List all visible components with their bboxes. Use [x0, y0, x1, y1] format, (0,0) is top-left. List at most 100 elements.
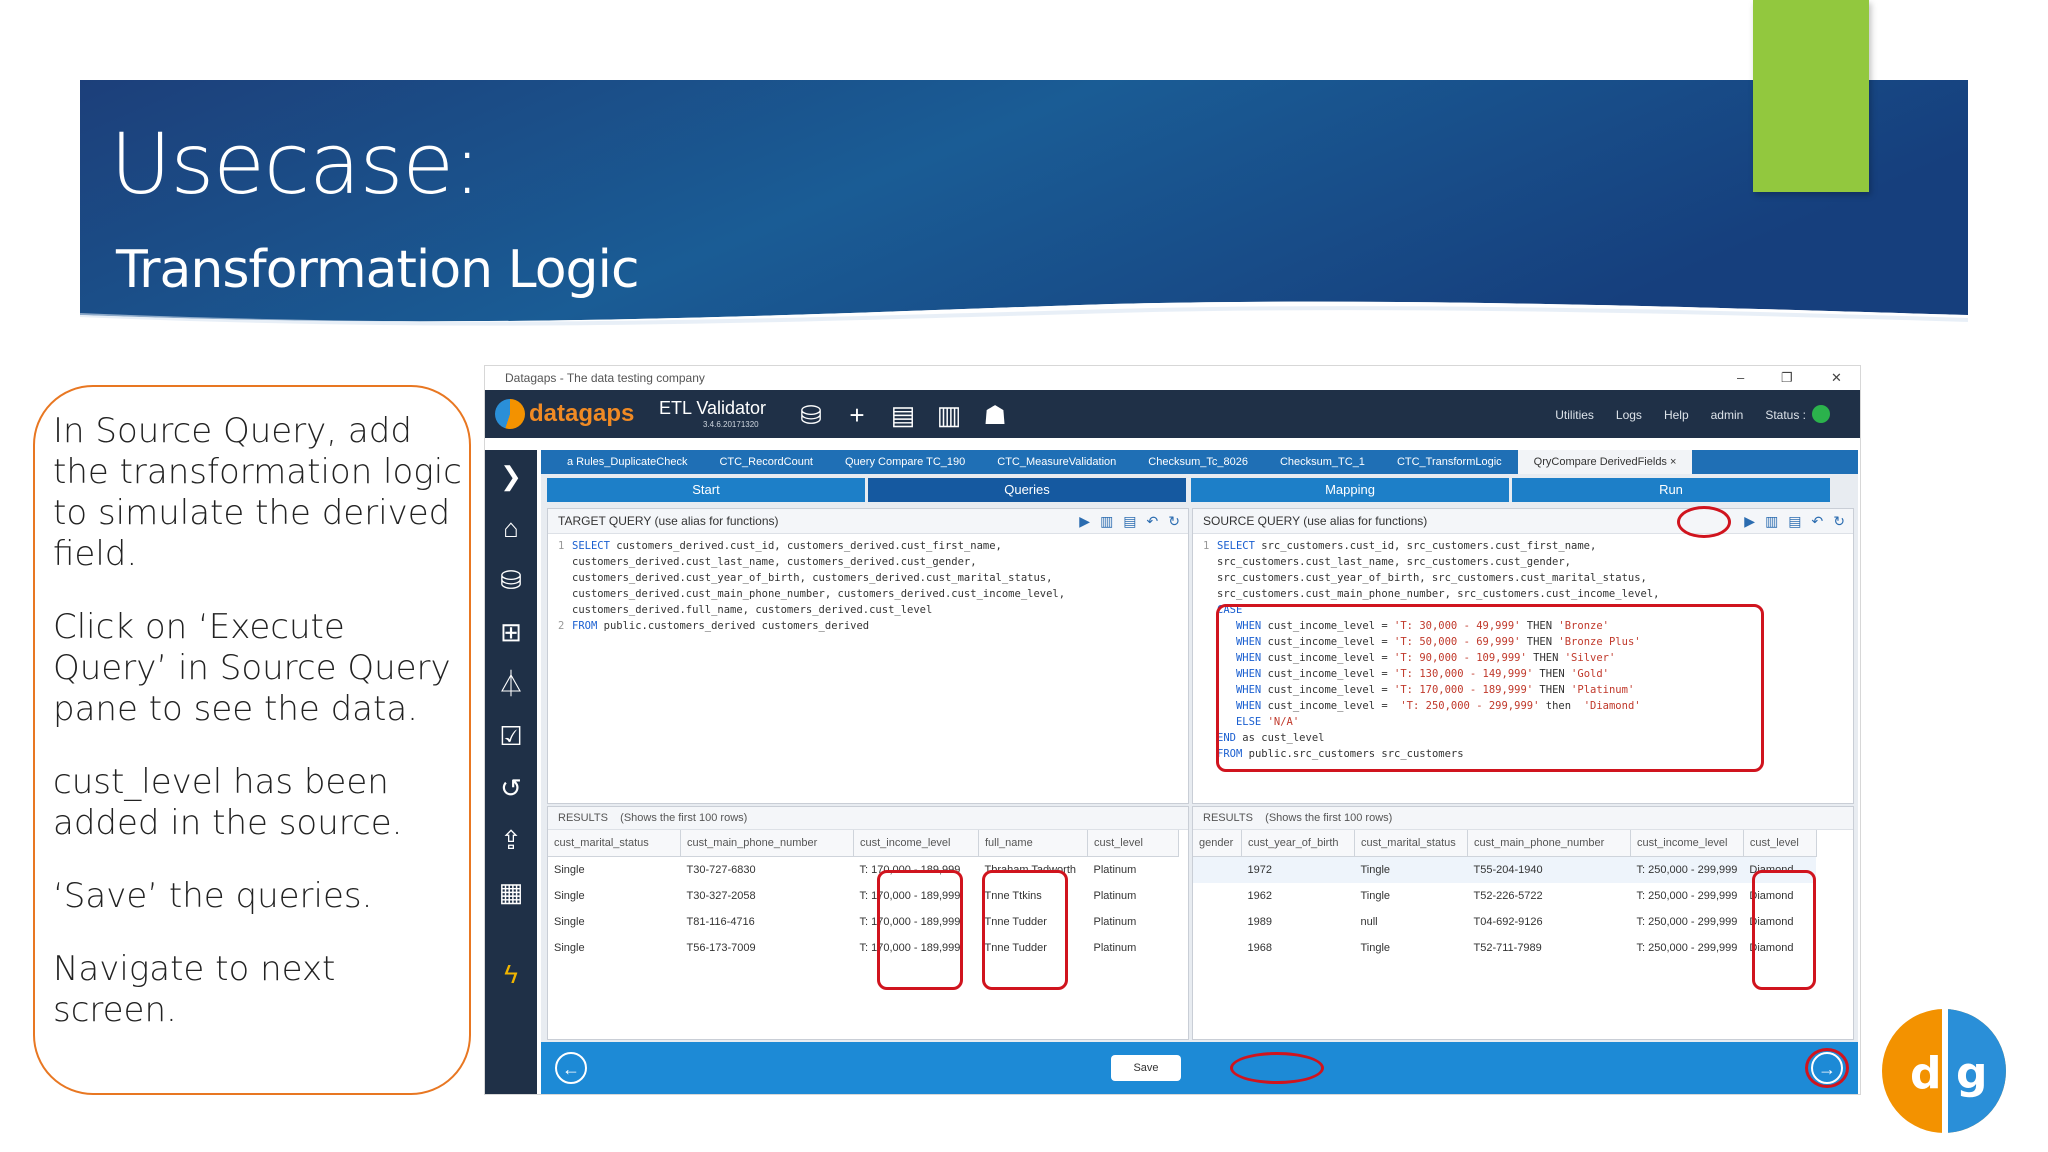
menu-logs[interactable]: Logs: [1616, 408, 1642, 423]
cell: T: 170,000 - 189,999: [859, 890, 961, 902]
export-icon[interactable]: ⇪: [485, 814, 537, 866]
table-row[interactable]: Single T30-727-6830 T: 170,000 - 189,999 Tb…: [548, 857, 1179, 884]
wizard-steps: Start Queries Mapping Run: [547, 478, 1830, 502]
document-icon[interactable]: ▤: [1788, 509, 1801, 533]
home-icon[interactable]: ⌂: [485, 502, 537, 554]
source-sql-editor[interactable]: 1 SELECT src_customers.cust_id, src_custo…: [1193, 534, 1853, 762]
tab-close-icon[interactable]: ×: [1670, 456, 1676, 468]
table-row[interactable]: 1968 Tingle T52-711-7989 T: 250,000 - 299,9…: [1193, 935, 1816, 961]
cell: null: [1360, 916, 1378, 928]
column-header[interactable]: cust_income_level: [853, 830, 979, 857]
sql-icon[interactable]: ▤: [887, 400, 919, 430]
svg-text:d: d: [1910, 1048, 1942, 1099]
table-row[interactable]: Single T30-327-2058 T: 170,000 - 189,999 Tn…: [548, 883, 1179, 909]
column-header[interactable]: cust_income_level: [1630, 830, 1744, 857]
execute-query-icon[interactable]: ▶: [1744, 509, 1755, 533]
menu-help[interactable]: Help: [1664, 408, 1689, 423]
tab-checksum-tc1[interactable]: Checksum_TC_1: [1264, 450, 1381, 474]
cell: Single: [554, 916, 585, 928]
source-results-header: RESULTS (Shows the first 100 rows): [1193, 807, 1853, 830]
cell: Tbraham Tadworth: [984, 864, 1077, 876]
step-run[interactable]: Run: [1512, 478, 1830, 502]
checkbox-icon[interactable]: ☑: [485, 710, 537, 762]
calendar-icon[interactable]: ▦: [485, 866, 537, 918]
tab-query-compare[interactable]: Query Compare TC_190: [829, 450, 981, 474]
back-button[interactable]: ←: [555, 1052, 587, 1084]
columns-icon[interactable]: ▥: [1765, 509, 1778, 533]
menu-utilities[interactable]: Utilities: [1555, 408, 1594, 423]
history-icon[interactable]: ↺: [485, 762, 537, 814]
database-icon[interactable]: ⛁: [485, 554, 537, 606]
cell: [1193, 909, 1242, 935]
table-row[interactable]: 1989 null T04-692-9126 T: 250,000 - 299,999…: [1193, 909, 1816, 935]
tab-checksum-8026[interactable]: Checksum_Tc_8026: [1132, 450, 1264, 474]
results-label: RESULTS: [558, 812, 608, 824]
restore-button[interactable]: ❐: [1781, 366, 1793, 390]
cell: [1193, 883, 1242, 909]
column-header[interactable]: cust_year_of_birth: [1241, 830, 1355, 857]
cell: T: 170,000 - 189,999: [859, 916, 961, 928]
step-start[interactable]: Start: [547, 478, 865, 502]
cell: 1968: [1247, 942, 1272, 954]
results-note: (Shows the first 100 rows): [620, 812, 748, 824]
minimize-button[interactable]: –: [1737, 366, 1744, 390]
undo-icon[interactable]: ↶: [1812, 509, 1824, 533]
close-button[interactable]: ✕: [1831, 366, 1842, 390]
tab-ctc-recordcount[interactable]: CTC_RecordCount: [703, 450, 829, 474]
columns-icon[interactable]: ▥: [1100, 509, 1113, 533]
cell: T04-692-9126: [1473, 916, 1543, 928]
step-queries[interactable]: Queries: [868, 478, 1186, 502]
column-header[interactable]: full_name: [978, 830, 1088, 857]
table-row[interactable]: Single T81-116-4716 T: 170,000 - 189,999 Tn…: [548, 909, 1179, 935]
expand-chevron-icon[interactable]: ❯: [485, 450, 537, 502]
document-icon[interactable]: ▤: [1123, 509, 1136, 533]
flask-icon[interactable]: ⏃: [485, 658, 537, 710]
add-icon[interactable]: +: [841, 400, 873, 430]
cell: Diamond: [1749, 916, 1794, 928]
datagaps-dg-logo-icon: d g: [1882, 1009, 2006, 1133]
undo-icon[interactable]: ↶: [1147, 509, 1159, 533]
menu-user[interactable]: admin: [1711, 408, 1744, 423]
target-sql-editor[interactable]: 1 SELECT customers_derived.cust_id, custo…: [548, 534, 1188, 634]
chart-icon[interactable]: ▥: [933, 400, 965, 430]
column-header[interactable]: cust_marital_status: [1354, 830, 1468, 857]
column-header[interactable]: cust_main_phone_number: [1467, 830, 1631, 857]
status-label: Status :: [1765, 408, 1806, 422]
lightning-icon[interactable]: ϟ: [485, 948, 537, 1000]
column-header[interactable]: cust_marital_status: [548, 830, 681, 857]
tab-ctc-measurevalidation[interactable]: CTC_MeasureValidation: [981, 450, 1132, 474]
logo-text: datagaps: [529, 400, 635, 427]
table-row[interactable]: 1962 Tingle T52-226-5722 T: 250,000 - 299,9…: [1193, 883, 1816, 909]
execute-query-icon[interactable]: ▶: [1079, 509, 1090, 533]
table-row[interactable]: 1972 Tingle T55-204-1940 T: 250,000 - 299,9…: [1193, 856, 1817, 883]
database-settings-icon[interactable]: ⛁: [795, 400, 827, 430]
tab-qrycompare-derivedfields[interactable]: QryCompare DerivedFields ×: [1517, 450, 1693, 474]
wizard-footer: ← Save →: [541, 1042, 1858, 1094]
step-mapping[interactable]: Mapping: [1191, 478, 1509, 502]
column-header[interactable]: cust_level: [1087, 830, 1179, 857]
source-results-table: gender cust_year_of_birth cust_marital_s…: [1193, 830, 1817, 961]
next-button[interactable]: →: [1811, 1052, 1843, 1084]
refresh-icon[interactable]: ↻: [1168, 509, 1180, 533]
cell: T30-727-6830: [686, 864, 756, 876]
hierarchy-icon[interactable]: ⊞: [485, 606, 537, 658]
column-header[interactable]: gender: [1193, 830, 1242, 857]
svg-text:g: g: [1956, 1048, 1988, 1099]
column-header[interactable]: cust_main_phone_number: [680, 830, 854, 857]
cell: Tingle: [1360, 890, 1391, 902]
cell: Platinum: [1093, 942, 1137, 954]
cell: Platinum: [1093, 890, 1137, 902]
cell: Diamond: [1749, 942, 1794, 954]
column-header[interactable]: cust_level: [1743, 830, 1817, 857]
save-button[interactable]: Save: [1111, 1055, 1181, 1081]
users-icon[interactable]: ☗: [979, 400, 1011, 430]
target-results-table: cust_marital_status cust_main_phone_numb…: [548, 830, 1179, 961]
cell: T: 250,000 - 299,999: [1636, 942, 1738, 954]
refresh-icon[interactable]: ↻: [1833, 509, 1845, 533]
cell: T30-327-2058: [686, 890, 756, 902]
tab-rules-duplicatecheck[interactable]: a Rules_DuplicateCheck: [551, 450, 703, 474]
cell: T55-204-1940: [1473, 864, 1543, 876]
tab-ctc-transformlogic[interactable]: CTC_TransformLogic: [1381, 450, 1518, 474]
source-query-header: SOURCE QUERY (use alias for functions) ▶…: [1193, 509, 1853, 534]
table-row[interactable]: Single T56-173-7009 T: 170,000 - 189,999 Tn…: [548, 935, 1179, 961]
